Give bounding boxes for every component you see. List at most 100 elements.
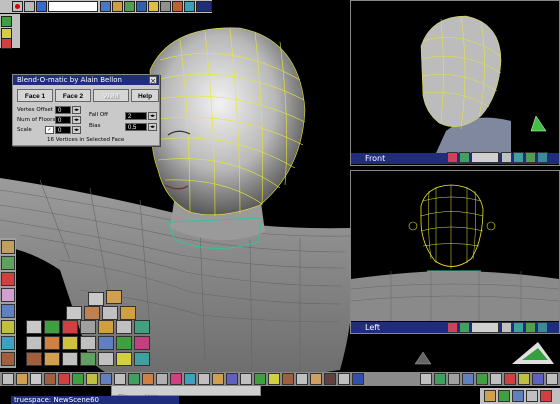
front-maximize-icon[interactable] — [537, 152, 548, 163]
rewind-button[interactable] — [24, 1, 35, 12]
falloff-field[interactable]: 2 — [125, 112, 147, 120]
view-button[interactable] — [184, 1, 195, 12]
bottom-tool-16[interactable] — [212, 373, 224, 385]
bottom-tool-34[interactable] — [518, 373, 530, 385]
palette-tool-6[interactable] — [1, 320, 15, 334]
grid-button[interactable] — [100, 1, 111, 12]
redo-tool[interactable] — [1, 38, 12, 49]
light-button[interactable] — [148, 1, 159, 12]
render-button[interactable] — [112, 1, 123, 12]
scale-spinner[interactable]: ◂▸ — [72, 126, 81, 134]
bias-field[interactable]: 0.5 — [125, 123, 147, 131]
bottom-tool-7[interactable] — [86, 373, 98, 385]
library-item-14[interactable] — [26, 336, 42, 350]
bottom-tool-18[interactable] — [240, 373, 252, 385]
camera-widget-icon[interactable] — [413, 350, 433, 366]
left-pan-icon[interactable] — [501, 322, 512, 333]
library-item-27[interactable] — [134, 352, 150, 366]
library-item-13[interactable] — [134, 320, 150, 334]
bottom-tool-22[interactable] — [296, 373, 308, 385]
bias-spinner[interactable]: ◂▸ — [148, 123, 157, 131]
front-viewport[interactable]: Front — [350, 0, 560, 166]
library-item-18[interactable] — [98, 336, 114, 350]
tray-icon-2[interactable] — [498, 390, 510, 402]
close-icon[interactable]: × — [149, 76, 157, 85]
library-item-5[interactable] — [102, 306, 118, 320]
scale-checkbox[interactable]: ✓ — [45, 126, 54, 134]
library-item-9[interactable] — [62, 320, 78, 334]
help-button[interactable]: Help — [131, 89, 159, 102]
bottom-tool-24[interactable] — [324, 373, 336, 385]
left-maximize-icon[interactable] — [537, 322, 548, 333]
tray-icon-5[interactable] — [540, 390, 552, 402]
bottom-tool-26[interactable] — [352, 373, 364, 385]
num-floors-field[interactable]: 0 — [55, 116, 71, 124]
palette-tool-2[interactable] — [1, 256, 15, 270]
library-item-3[interactable] — [66, 306, 82, 320]
camera-button[interactable] — [160, 1, 171, 12]
window-button[interactable] — [196, 1, 212, 12]
library-item-20[interactable] — [134, 336, 150, 350]
tray-icon-3[interactable] — [512, 390, 524, 402]
scale-field[interactable]: 0 — [55, 126, 71, 134]
library-item-7[interactable] — [26, 320, 42, 334]
bottom-tool-1[interactable] — [2, 373, 14, 385]
left-rotate-icon[interactable] — [513, 322, 524, 333]
object-info-button[interactable] — [172, 1, 183, 12]
library-item-4[interactable] — [84, 306, 100, 320]
library-item-16[interactable] — [62, 336, 78, 350]
palette-tool-7[interactable] — [1, 336, 15, 350]
face2-button[interactable]: Face 2 — [55, 89, 91, 102]
navigation-widget[interactable] — [508, 336, 558, 370]
bottom-tool-27[interactable] — [420, 373, 432, 385]
bottom-tool-28[interactable] — [434, 373, 446, 385]
library-item-10[interactable] — [80, 320, 96, 334]
taskbar-title[interactable]: truespace: NewScene60 — [11, 396, 179, 404]
bottom-tool-20[interactable] — [268, 373, 280, 385]
tray-icon-1[interactable] — [484, 390, 496, 402]
bottom-tool-12[interactable] — [156, 373, 168, 385]
bottom-tool-32[interactable] — [490, 373, 502, 385]
library-item-26[interactable] — [116, 352, 132, 366]
weld-button[interactable]: Weld — [93, 89, 129, 102]
bottom-tool-8[interactable] — [100, 373, 112, 385]
frame-field[interactable] — [48, 1, 98, 12]
tray-icon-4[interactable] — [526, 390, 538, 402]
front-zoom-icon[interactable] — [471, 152, 499, 163]
bottom-tool-10[interactable] — [128, 373, 140, 385]
palette-tool-3[interactable] — [1, 272, 15, 286]
bottom-tool-14[interactable] — [184, 373, 196, 385]
bottom-tool-4[interactable] — [44, 373, 56, 385]
bottom-tool-36[interactable] — [546, 373, 558, 385]
palette-tool-5[interactable] — [1, 304, 15, 318]
record-button[interactable] — [12, 1, 23, 12]
library-item-25[interactable] — [98, 352, 114, 366]
paint-button[interactable] — [124, 1, 135, 12]
palette-tool-4[interactable] — [1, 288, 15, 302]
library-item-23[interactable] — [62, 352, 78, 366]
bottom-tool-29[interactable] — [448, 373, 460, 385]
left-viewport[interactable]: Left — [350, 170, 560, 334]
select-tool[interactable] — [1, 16, 12, 27]
bottom-tool-17[interactable] — [226, 373, 238, 385]
bottom-tool-19[interactable] — [254, 373, 266, 385]
bottom-tool-23[interactable] — [310, 373, 322, 385]
library-item-17[interactable] — [80, 336, 96, 350]
library-item-1[interactable] — [88, 292, 104, 306]
library-item-21[interactable] — [26, 352, 42, 366]
library-item-8[interactable] — [44, 320, 60, 334]
palette-tool-8[interactable] — [1, 352, 15, 366]
library-item-12[interactable] — [116, 320, 132, 334]
bottom-tool-15[interactable] — [198, 373, 210, 385]
vertex-offset-field[interactable]: 0 — [55, 106, 71, 114]
num-floors-spinner[interactable]: ◂▸ — [72, 116, 81, 124]
material-button[interactable] — [136, 1, 147, 12]
bottom-tool-11[interactable] — [142, 373, 154, 385]
bottom-tool-31[interactable] — [476, 373, 488, 385]
falloff-spinner[interactable]: ◂▸ — [148, 112, 157, 120]
front-pan-icon[interactable] — [501, 152, 512, 163]
bottom-tool-3[interactable] — [30, 373, 42, 385]
bottom-tool-30[interactable] — [462, 373, 474, 385]
bottom-tool-21[interactable] — [282, 373, 294, 385]
vertex-offset-spinner[interactable]: ◂▸ — [72, 106, 81, 114]
